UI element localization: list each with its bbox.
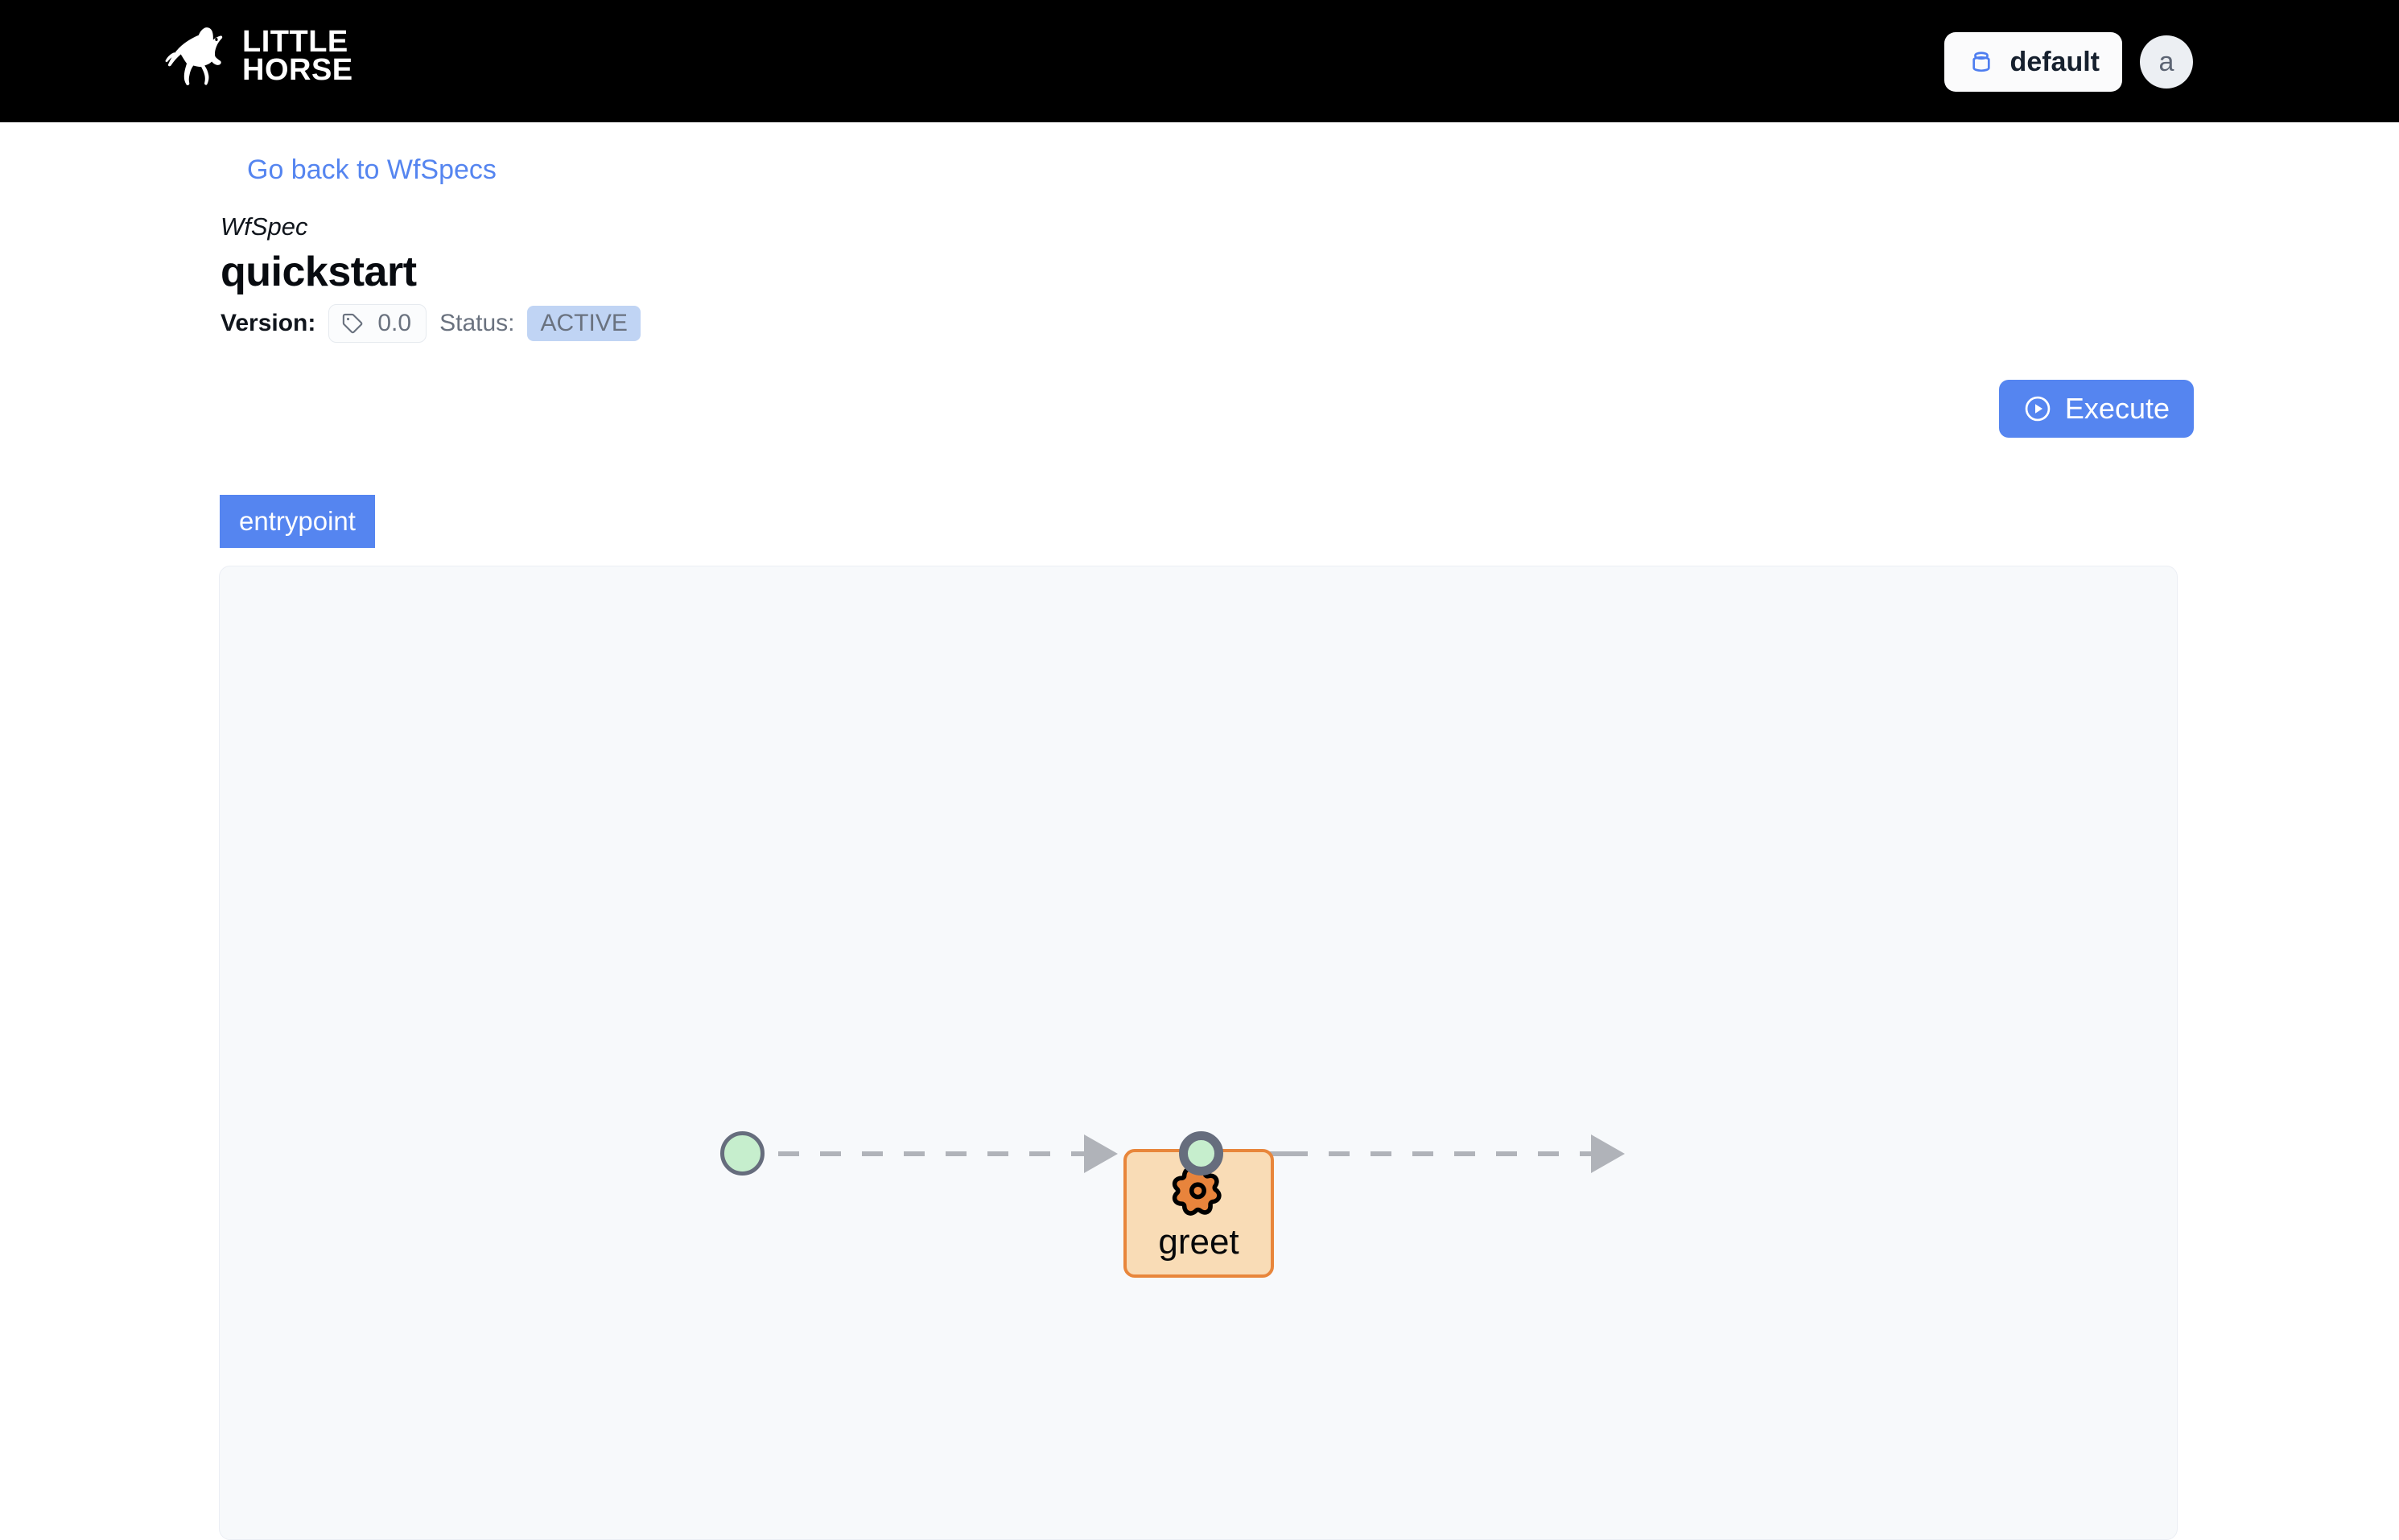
execute-button[interactable]: Execute	[1998, 380, 2194, 438]
execute-button-label: Execute	[2064, 392, 2170, 425]
tenant-label: default	[2009, 46, 2100, 77]
page-title: quickstart	[221, 249, 417, 295]
status-badge: ACTIVE	[527, 306, 641, 341]
brand-line-2: HORSE	[242, 53, 353, 87]
wfspec-meta-row: Version: 0.0 Status: ACTIVE	[221, 304, 641, 343]
avatar-initial: a	[2158, 46, 2174, 77]
node-task-label: greet	[1158, 1222, 1239, 1262]
brand-logo[interactable]: LITTLE HORSE	[165, 26, 353, 87]
header-actions: default a	[1944, 32, 2193, 92]
version-value: 0.0	[377, 310, 412, 336]
running-horse-logo-icon	[165, 27, 223, 85]
database-icon	[1972, 51, 1990, 72]
avatar[interactable]: a	[2140, 35, 2193, 89]
wfspec-meta: WfSpec quickstart Version: 0.0 Status: A…	[221, 212, 641, 343]
version-pill: 0.0	[328, 304, 427, 343]
version-label: Version:	[221, 310, 316, 336]
node-end-event[interactable]	[1179, 1131, 1223, 1176]
tenant-selector-button[interactable]: default	[1944, 32, 2122, 92]
node-start-event[interactable]	[720, 1131, 765, 1176]
wfspec-kind-label: WfSpec	[221, 212, 308, 241]
tab-entrypoint[interactable]: entrypoint	[220, 495, 375, 548]
workflow-edges	[778, 1134, 1625, 1173]
tag-icon	[343, 313, 363, 334]
brand-line-1: LITTLE	[242, 25, 348, 60]
thread-tabs: entrypoint	[220, 495, 375, 548]
workflow-diagram-canvas[interactable]: greet	[219, 566, 2178, 1540]
play-circle-icon	[2025, 396, 2051, 422]
app-header: LITTLE HORSE default a	[0, 0, 2399, 122]
brand-wordmark: LITTLE HORSE	[242, 25, 353, 87]
back-to-wfspecs-link[interactable]: Go back to WfSpecs	[247, 154, 497, 186]
status-label: Status:	[439, 310, 515, 336]
